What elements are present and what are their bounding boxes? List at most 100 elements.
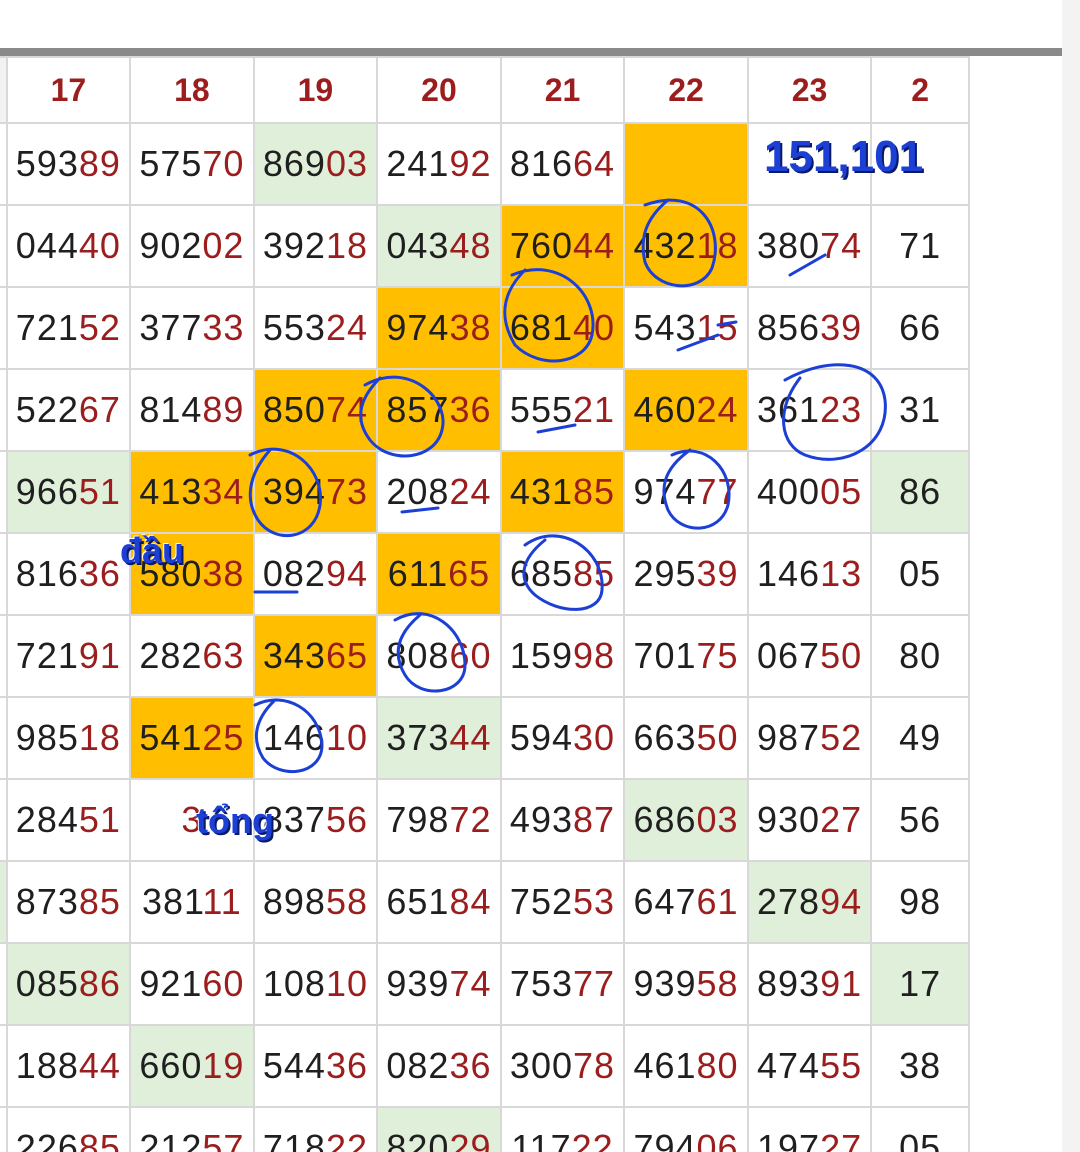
result-head-digits: 893 [756,963,821,1004]
result-tail-digits: 15 [696,307,739,348]
result-head-digits: 814 [139,389,203,430]
result-tail-digits: 03 [696,799,739,840]
result-cell: 20824 [376,450,502,534]
result-tail-digits: 52 [78,307,121,348]
result-tail-digits: 36 [325,1045,368,1086]
result-cell: 98 [870,860,970,944]
result-cell: 85736 [376,368,502,452]
row-tail-cell: 54 [0,286,8,370]
result-cell: 28263 [129,614,255,698]
table-row: 315938957570869032419281664 [0,122,970,206]
result-head-digits: 685 [509,553,573,594]
result-head-digits: 38 [899,1045,942,1086]
result-cell: 31 [870,368,970,452]
result-cell: 43185 [499,450,626,534]
header-cell-day: 19 [252,56,379,124]
result-tail-digits: 30 [573,717,616,758]
result-head-digits: 816 [15,553,79,594]
result-tail-digits: 94 [820,881,863,922]
result-cell: 86 [870,450,970,534]
result-head-digits: 794 [633,1127,697,1152]
result-cell: 98752 [746,696,873,780]
result-head-digits: 108 [262,963,326,1004]
table-row: 440858692160108109397475377939588939117 [0,942,970,1026]
result-head-digits: 146 [756,553,821,594]
result-head-digits: 295 [633,553,697,594]
table-top-rule [0,48,1062,56]
header-cell-day: 20 [376,56,502,124]
result-cell: 72152 [5,286,132,370]
row-tail-cell: 31 [0,122,8,206]
table-row: 225226781489850748573655521460243612331 [0,368,970,452]
result-cell: 3 [129,778,255,862]
result-head-digits: 816 [509,143,573,184]
result-cell [623,122,749,206]
result-cell: 66350 [623,696,749,780]
result-tail-digits: 98 [573,635,616,676]
result-tail-digits: 73 [325,471,368,512]
result-cell [870,122,970,206]
result-cell: 05 [870,1106,970,1152]
result-cell: 68140 [499,286,626,370]
result-head-digits: 432 [633,225,697,266]
result-head-digits: 985 [15,717,79,758]
result-cell: 40005 [746,450,873,534]
result-tail-digits: 13 [820,553,863,594]
result-head-digits: 31 [899,389,942,430]
result-head-digits: 66 [899,307,942,348]
result-tail-digits: 60 [449,635,492,676]
result-tail-digits: 18 [78,717,121,758]
result-cell: 82029 [376,1106,502,1152]
result-cell: 85074 [252,368,379,452]
result-cell: 22685 [5,1106,132,1152]
result-cell: 04348 [376,204,502,288]
result-tail-digits: 89 [78,143,121,184]
result-tail-digits: 10 [325,717,368,758]
result-head-digits: 939 [633,963,697,1004]
result-head-digits: 580 [139,553,203,594]
result-tail-digits: 67 [78,389,121,430]
result-cell: 86903 [252,122,379,206]
result-cell: 81664 [499,122,626,206]
result-head-digits: 594 [509,717,573,758]
result-tail-digits: 18 [325,225,368,266]
result-head-digits: 575 [139,143,203,184]
result-cell: 27894 [746,860,873,944]
result-head-digits: 300 [509,1045,573,1086]
result-head-digits: 808 [386,635,450,676]
result-cell: 66 [870,286,970,370]
result-head-digits: 284 [15,799,79,840]
header-cell-day: 2 [870,56,970,124]
result-cell: 75377 [499,942,626,1026]
result-tail-digits: 11 [202,881,242,922]
result-tail-digits: 44 [78,1045,121,1086]
result-head-digits: 522 [15,389,79,430]
result-head-digits: 56 [899,799,942,840]
row-tail-cell: 22 [0,368,8,452]
result-cell: 46024 [623,368,749,452]
result-cell: 66019 [129,1024,255,1108]
result-cell: 17 [870,942,970,1026]
result-head-digits: 974 [633,471,697,512]
result-cell: 37344 [376,696,502,780]
result-head-digits: 718 [262,1127,326,1152]
result-head-digits: 394 [262,471,326,512]
result-cell: 81489 [129,368,255,452]
result-cell: 18844 [5,1024,132,1108]
result-tail-digits: 52 [820,717,863,758]
row-tail-cell: 13 [0,204,8,288]
result-tail-digits: 53 [573,881,616,922]
table-row: 329665141334394732082443185974774000586 [0,450,970,534]
result-tail-digits: 44 [449,717,492,758]
header-cell-day: 22 [623,56,749,124]
result-tail-digits: 24 [449,471,492,512]
result-tail-digits: 40 [78,225,121,266]
result-tail-digits: 74 [325,389,368,430]
results-table-viewport[interactable]: 171819202122232 315938957570869032419281… [0,56,1062,1152]
result-head-digits: 555 [509,389,573,430]
result-cell: 93974 [376,942,502,1026]
result-head-digits: 939 [386,963,450,1004]
result-tail-digits: 33 [202,307,245,348]
result-head-digits: 86 [899,471,942,512]
result-head-digits: 17 [899,963,942,1004]
